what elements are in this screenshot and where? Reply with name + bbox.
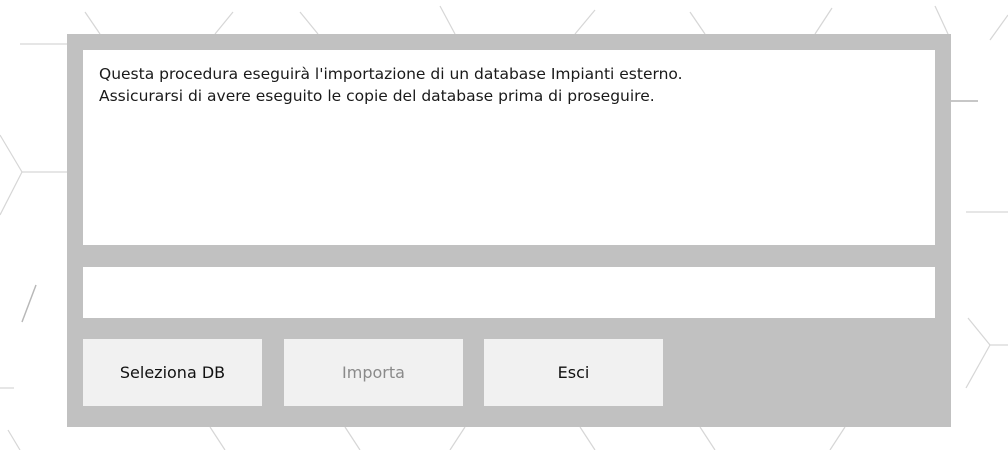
select-db-button[interactable]: Seleziona DB	[83, 339, 262, 406]
import-dialog: Questa procedura eseguirà l'importazione…	[67, 34, 951, 427]
database-path-field[interactable]	[83, 267, 935, 318]
import-button[interactable]: Importa	[284, 339, 463, 406]
exit-button[interactable]: Esci	[484, 339, 663, 406]
message-area: Questa procedura eseguirà l'importazione…	[83, 50, 935, 245]
message-line-2: Assicurarsi di avere eseguito le copie d…	[99, 87, 655, 105]
message-line-1: Questa procedura eseguirà l'importazione…	[99, 65, 683, 83]
